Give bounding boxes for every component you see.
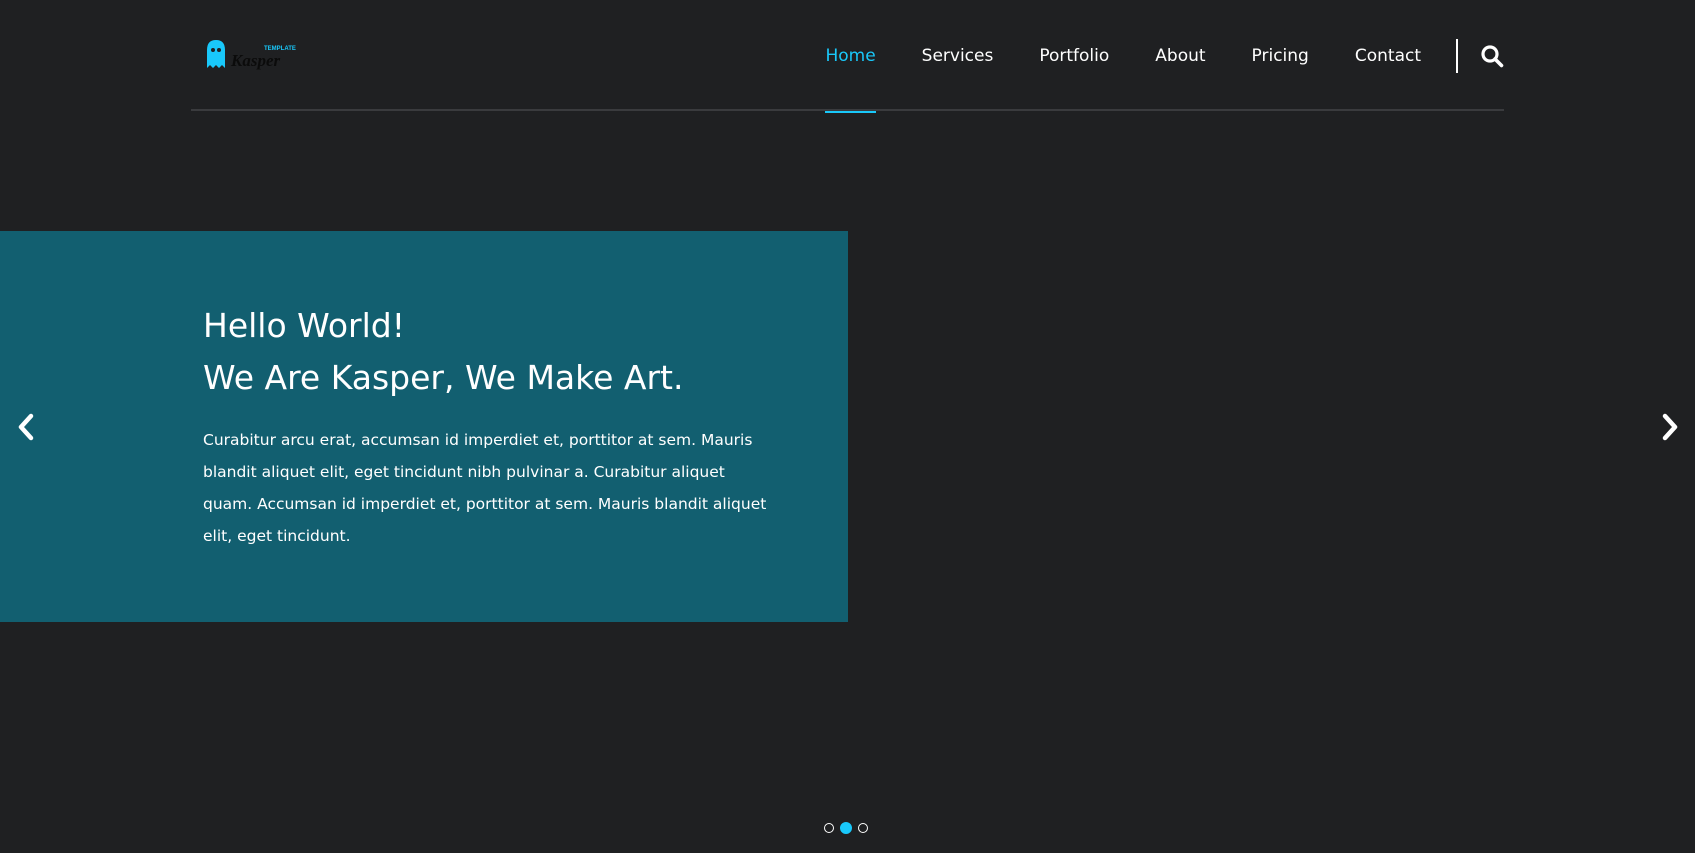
main-nav: Home Services Portfolio About Pricing Co… — [802, 0, 1504, 113]
site-header: TEMPLATE Kasper Home Services Portfolio … — [191, 0, 1504, 113]
search-icon — [1481, 44, 1504, 67]
chevron-left-icon — [18, 413, 34, 441]
search-button[interactable] — [1458, 0, 1504, 111]
ghost-logo-icon: TEMPLATE Kasper — [207, 40, 296, 70]
nav-item-services[interactable]: Services — [899, 0, 1017, 111]
hero-title-line2: We Are Kasper, We Make Art. — [203, 358, 684, 397]
next-slide-button[interactable] — [1655, 410, 1685, 444]
page: TEMPLATE Kasper Home Services Portfolio … — [0, 0, 1695, 853]
nav-item-home[interactable]: Home — [802, 0, 898, 113]
carousel-dot-1[interactable] — [824, 823, 834, 833]
nav-item-about[interactable]: About — [1132, 0, 1228, 111]
hero-text: Curabitur arcu erat, accumsan id imperdi… — [203, 431, 767, 545]
carousel-indicators — [824, 822, 868, 834]
hero-title-line1: Hello World! — [203, 306, 405, 345]
logo[interactable]: TEMPLATE Kasper — [204, 38, 299, 72]
nav-item-contact[interactable]: Contact — [1332, 0, 1444, 111]
hero-title: Hello World! We Are Kasper, We Make Art. — [203, 300, 803, 404]
chevron-right-icon — [1662, 413, 1678, 441]
logo-main-text: Kasper — [230, 51, 281, 70]
nav-item-portfolio[interactable]: Portfolio — [1016, 0, 1132, 111]
prev-slide-button[interactable] — [11, 410, 41, 444]
carousel-dot-3[interactable] — [858, 823, 868, 833]
carousel-dot-2[interactable] — [840, 822, 852, 834]
nav-item-pricing[interactable]: Pricing — [1229, 0, 1332, 111]
